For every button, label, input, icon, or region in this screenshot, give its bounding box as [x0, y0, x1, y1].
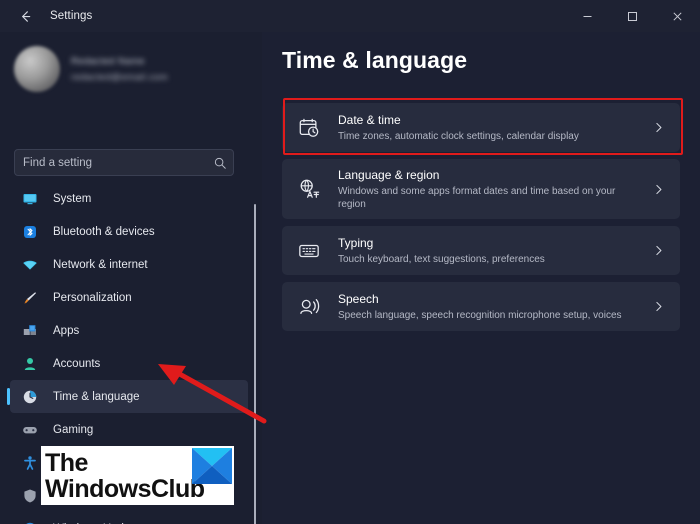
card-title: Typing: [338, 235, 374, 250]
sidebar-item-label: Time & language: [53, 390, 140, 403]
back-button[interactable]: [12, 3, 38, 29]
window-controls: [565, 0, 700, 32]
paintbrush-icon: [21, 289, 39, 307]
card-title: Speech: [338, 291, 379, 306]
settings-card-date-time[interactable]: Date & time Time zones, automatic clock …: [282, 103, 680, 152]
search-input[interactable]: [15, 156, 207, 169]
sidebar-item-label: Personalization: [53, 291, 132, 304]
chevron-right-icon: [648, 121, 668, 134]
account-name: Redacted Name: [71, 55, 145, 67]
card-subtitle: Touch keyboard, text suggestions, prefer…: [338, 253, 545, 265]
chevron-right-icon: [648, 300, 668, 313]
minimize-button[interactable]: [565, 0, 610, 32]
card-text: Date & time Time zones, automatic clock …: [338, 106, 648, 150]
sidebar-item-bluetooth-devices[interactable]: Bluetooth & devices: [10, 215, 248, 248]
sidebar-item-label: Accounts: [53, 357, 101, 370]
sidebar-item-label: Apps: [53, 324, 80, 337]
accessibility-icon: [21, 454, 39, 472]
minimize-icon: [583, 15, 592, 17]
card-subtitle: Speech language, speech recognition micr…: [338, 309, 622, 321]
wifi-icon: [21, 256, 39, 274]
sidebar-item-gaming[interactable]: Gaming: [10, 413, 248, 446]
sidebar-item-apps[interactable]: Apps: [10, 314, 248, 347]
sidebar-item-personalization[interactable]: Personalization: [10, 281, 248, 314]
title-bar: Settings: [0, 0, 700, 32]
card-text: Speech Speech language, speech recogniti…: [338, 285, 648, 329]
card-title: Language & region: [338, 167, 440, 182]
close-icon: [673, 11, 682, 21]
maximize-icon: [628, 11, 637, 21]
settings-card-list: Date & time Time zones, automatic clock …: [282, 103, 680, 338]
card-subtitle: Windows and some apps format dates and t…: [338, 185, 616, 210]
sidebar-item-windows-update[interactable]: Windows Update: [10, 512, 248, 524]
card-text: Typing Touch keyboard, text suggestions,…: [338, 229, 648, 273]
settings-window: Settings Redacted Name redacted@email.co…: [0, 0, 700, 524]
shield-icon: [21, 487, 39, 505]
card-subtitle: Time zones, automatic clock settings, ca…: [338, 130, 579, 142]
card-text: Language & region Windows and some apps …: [338, 161, 648, 218]
maximize-button[interactable]: [610, 0, 655, 32]
sidebar-scrollbar[interactable]: [254, 204, 256, 524]
chevron-right-icon: [648, 183, 668, 196]
back-arrow-icon: [21, 10, 30, 22]
watermark: The WindowsClub: [41, 446, 234, 505]
keyboard-icon: [296, 238, 322, 264]
speech-icon: [296, 294, 322, 320]
watermark-line-1: The: [45, 448, 88, 477]
search-box[interactable]: [14, 149, 234, 176]
person-icon: [21, 355, 39, 373]
window-title: Settings: [50, 10, 93, 22]
apps-grid-icon: [21, 322, 39, 340]
card-title: Date & time: [338, 112, 401, 127]
sidebar-item-network-internet[interactable]: Network & internet: [10, 248, 248, 281]
settings-card-typing[interactable]: Typing Touch keyboard, text suggestions,…: [282, 226, 680, 275]
close-button[interactable]: [655, 0, 700, 32]
avatar: [14, 46, 60, 92]
sidebar-item-accounts[interactable]: Accounts: [10, 347, 248, 380]
page-title: Time & language: [282, 47, 468, 73]
sidebar-item-system[interactable]: System: [10, 182, 248, 215]
system-monitor-icon: [21, 190, 39, 208]
sidebar-item-label: Network & internet: [53, 258, 148, 271]
watermark-line-2: WindowsClub: [45, 474, 205, 503]
globe-translate-icon: [296, 176, 322, 202]
title-bar-left: Settings: [0, 0, 92, 32]
gamepad-icon: [21, 421, 39, 439]
account-profile[interactable]: Redacted Name redacted@email.com: [14, 46, 168, 92]
update-refresh-icon: [21, 520, 39, 524]
windowsclub-logo-icon: [192, 448, 232, 484]
search-icon: [207, 156, 233, 170]
account-email: redacted@email.com: [71, 71, 169, 83]
settings-card-speech[interactable]: Speech Speech language, speech recogniti…: [282, 282, 680, 331]
sidebar-item-label: Gaming: [53, 423, 94, 436]
sidebar-item-label: System: [53, 192, 92, 205]
sidebar-item-label: Bluetooth & devices: [53, 225, 155, 238]
account-text: Redacted Name redacted@email.com: [71, 56, 168, 83]
sidebar-item-time-language[interactable]: Time & language: [7, 380, 248, 413]
bluetooth-icon: [21, 223, 39, 241]
watermark-text: The WindowsClub: [41, 450, 205, 502]
chevron-right-icon: [648, 244, 668, 257]
clock-icon: [21, 388, 39, 406]
main-content: Time & language Date & time Time zones, …: [262, 32, 700, 524]
calendar-clock-icon: [296, 115, 322, 141]
settings-card-language-region[interactable]: Language & region Windows and some apps …: [282, 159, 680, 219]
